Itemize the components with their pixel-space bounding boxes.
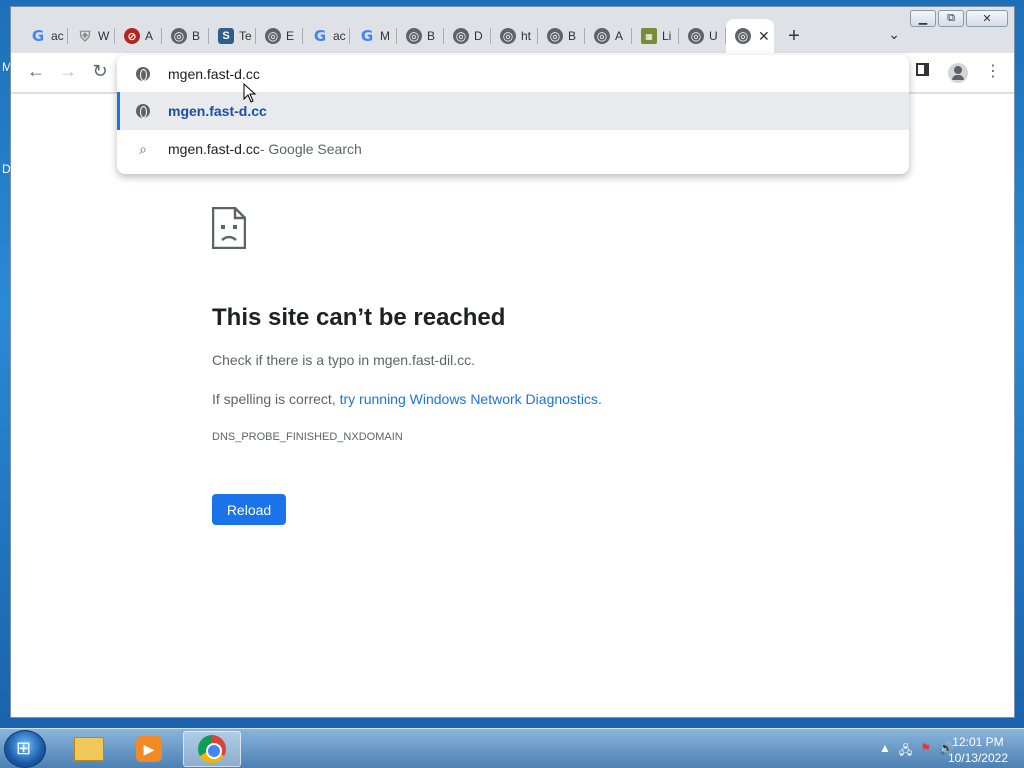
taskbar: ▶ ▲ 🖧 ⚑ 🔊 12:01 PM 10/13/2022 bbox=[0, 728, 1024, 768]
flag-icon[interactable]: ⚑ bbox=[920, 741, 931, 762]
tab-title: E bbox=[286, 29, 295, 43]
tab[interactable]: ◎ B bbox=[162, 19, 209, 53]
menu-icon[interactable]: ⋮ bbox=[985, 61, 1001, 81]
tab[interactable]: ◎ U bbox=[679, 19, 726, 53]
page-content: This site can’t be reached Check if ther… bbox=[11, 94, 1014, 717]
tab-title: Li bbox=[662, 29, 672, 43]
tab-search-icon[interactable]: ⌄ bbox=[888, 26, 900, 43]
clock[interactable]: 12:01 PM 10/13/2022 bbox=[948, 734, 1008, 766]
tab[interactable]: ▦ Li bbox=[632, 19, 679, 53]
tab[interactable]: Gac bbox=[21, 19, 68, 53]
suggestion-text: mgen.fast-d.cc bbox=[168, 141, 260, 157]
search-icon: ⌕ bbox=[139, 140, 147, 157]
clock-time: 12:01 PM bbox=[952, 735, 1004, 749]
folder-icon bbox=[74, 737, 104, 761]
tab[interactable]: ⊘ A bbox=[115, 19, 162, 53]
tab-title: M bbox=[380, 29, 390, 43]
tab-title: Te bbox=[239, 29, 252, 43]
globe-icon: ◎ bbox=[688, 28, 704, 44]
tab-title: A bbox=[145, 29, 154, 43]
tab-title: ht bbox=[521, 29, 532, 43]
media-player-button[interactable]: ▶ bbox=[120, 731, 178, 767]
suggestion-search[interactable]: ⌕ mgen.fast-d.cc - Google Search bbox=[117, 130, 909, 168]
tab[interactable]: ◎ E bbox=[256, 19, 303, 53]
mouse-cursor-icon bbox=[243, 83, 257, 103]
new-tab-button[interactable]: + bbox=[774, 25, 814, 48]
tab[interactable]: ◎ B bbox=[397, 19, 444, 53]
tab-title: U bbox=[709, 29, 718, 43]
tab[interactable]: ◎ B bbox=[538, 19, 585, 53]
tab-title: B bbox=[192, 29, 201, 43]
error-title: This site can’t be reached bbox=[212, 304, 506, 331]
google-icon: G bbox=[360, 27, 374, 45]
side-panel-icon[interactable] bbox=[916, 63, 929, 76]
media-player-icon: ▶ bbox=[136, 736, 162, 762]
network-icon[interactable]: 🖧 bbox=[899, 741, 912, 762]
tab-title: ac bbox=[333, 29, 346, 43]
spelling-message: If spelling is correct, try running Wind… bbox=[212, 391, 602, 407]
image-icon: ▦ bbox=[641, 28, 657, 44]
globe-icon: ◎ bbox=[547, 28, 563, 44]
forward-icon[interactable]: → bbox=[56, 61, 80, 82]
tab[interactable]: GM bbox=[350, 19, 397, 53]
tab-title: A bbox=[615, 29, 624, 43]
reload-button[interactable]: Reload bbox=[212, 494, 286, 525]
google-icon: G bbox=[31, 27, 45, 45]
diagnostics-link[interactable]: try running Windows Network Diagnostics bbox=[340, 391, 598, 407]
s-icon: S bbox=[218, 28, 234, 44]
reload-icon[interactable]: ↻ bbox=[88, 61, 112, 82]
tab-title: B bbox=[568, 29, 577, 43]
globe-icon: ◎ bbox=[594, 28, 610, 44]
spelling-prefix: If spelling is correct, bbox=[212, 391, 340, 407]
tab-title: W bbox=[98, 29, 110, 43]
google-icon: G bbox=[313, 27, 327, 45]
chrome-icon bbox=[198, 735, 226, 763]
tab-title: D bbox=[474, 29, 483, 43]
globe-icon bbox=[135, 66, 151, 81]
error-code: DNS_PROBE_FINISHED_NXDOMAIN bbox=[212, 431, 403, 443]
active-tab[interactable]: ◎ ✕ bbox=[726, 19, 774, 53]
globe-icon: ◎ bbox=[453, 28, 469, 44]
globe-icon: ◎ bbox=[406, 28, 422, 44]
tab[interactable]: ◎ ht bbox=[491, 19, 538, 53]
sad-document-icon bbox=[212, 207, 246, 249]
address-bar[interactable]: mgen.fast-d.cc bbox=[117, 55, 909, 92]
globe-icon: ◎ bbox=[171, 28, 187, 44]
back-icon[interactable]: ← bbox=[24, 61, 48, 82]
system-tray: ▲ 🖧 ⚑ 🔊 bbox=[879, 741, 954, 762]
globe-icon: ◎ bbox=[735, 28, 751, 44]
suggestion-url[interactable]: mgen.fast-d.cc bbox=[117, 92, 909, 130]
shield-icon: ⛨ bbox=[79, 27, 91, 44]
tab[interactable]: ◎ D bbox=[444, 19, 491, 53]
tab-title: ac bbox=[51, 29, 64, 43]
tab-title: B bbox=[427, 29, 436, 43]
suggestion-text: mgen.fast-d.cc bbox=[168, 103, 267, 119]
tab[interactable]: ◎ A bbox=[585, 19, 632, 53]
spelling-suffix: . bbox=[597, 391, 602, 407]
typo-message: Check if there is a typo in mgen.fast-di… bbox=[212, 352, 475, 368]
globe-icon: ◎ bbox=[265, 28, 281, 44]
close-tab-icon[interactable]: ✕ bbox=[758, 28, 770, 45]
profile-icon[interactable] bbox=[948, 63, 968, 83]
globe-icon bbox=[135, 104, 151, 118]
globe-icon: ◎ bbox=[500, 28, 516, 44]
red-circle-icon: ⊘ bbox=[124, 28, 140, 44]
chrome-taskbar-button[interactable] bbox=[183, 731, 241, 767]
suggestion-suffix: - Google Search bbox=[259, 141, 362, 157]
show-hidden-icons-icon[interactable]: ▲ bbox=[879, 741, 891, 762]
tab[interactable]: ⛨ W bbox=[68, 19, 115, 53]
file-explorer-button[interactable] bbox=[60, 731, 118, 767]
browser-window: ▁ ⧉ ✕ Gac ⛨ W ⊘ A ◎ B S Te ◎ E Gac GM ◎ B ◎ D ◎… bbox=[10, 6, 1015, 718]
start-button[interactable] bbox=[4, 730, 46, 768]
tab[interactable]: S Te bbox=[209, 19, 256, 53]
omnibox-dropdown: mgen.fast-d.cc mgen.fast-d.cc ⌕ mgen.fas… bbox=[117, 55, 909, 174]
tab-strip: Gac ⛨ W ⊘ A ◎ B S Te ◎ E Gac GM ◎ B ◎ D ◎ ht ◎ B … bbox=[21, 19, 1014, 53]
clock-date: 10/13/2022 bbox=[947, 751, 1008, 765]
tab[interactable]: Gac bbox=[303, 19, 350, 53]
address-input[interactable]: mgen.fast-d.cc bbox=[168, 66, 260, 82]
